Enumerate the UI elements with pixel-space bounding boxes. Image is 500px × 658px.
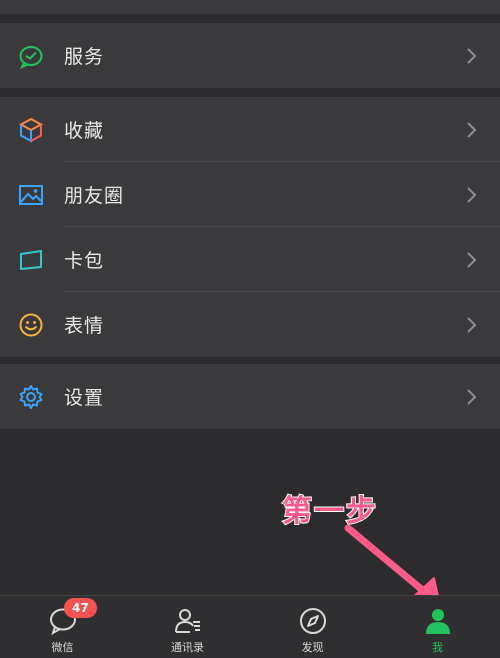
tab-contacts[interactable]: 通讯录: [125, 596, 250, 658]
menu-label: 卡包: [64, 250, 105, 272]
menu-label: 设置: [64, 387, 105, 409]
sticker-smile-icon: [18, 312, 44, 338]
chevron-right-icon: [467, 388, 477, 405]
chevron-right-icon: [467, 121, 477, 138]
menu-label: 服务: [64, 46, 105, 68]
contacts-icon: [173, 606, 203, 636]
tab-label: 发现: [301, 641, 324, 654]
chevron-right-icon: [467, 47, 477, 64]
menu-item-settings[interactable]: 设置: [0, 364, 500, 429]
tab-chats[interactable]: 微信 47: [0, 596, 125, 658]
menu-item-service[interactable]: 服务: [0, 23, 500, 88]
group-personal: 收藏 朋友圈 卡包 表情: [0, 97, 500, 357]
menu-label: 表情: [64, 315, 105, 337]
chevron-right-icon: [467, 316, 477, 333]
moments-image-icon: [18, 182, 44, 208]
menu-item-card-wallet[interactable]: 卡包: [0, 227, 500, 292]
compass-icon: [298, 606, 328, 636]
tab-label: 微信: [51, 641, 74, 654]
card-wallet-icon: [18, 247, 44, 273]
menu-label: 收藏: [64, 120, 105, 142]
unread-badge: 47: [64, 598, 97, 618]
person-icon: [423, 606, 453, 636]
menu-item-favorites[interactable]: 收藏: [0, 97, 500, 162]
tab-label: 我: [432, 641, 443, 654]
menu-item-moments[interactable]: 朋友圈: [0, 162, 500, 227]
tab-label: 通讯录: [171, 641, 204, 654]
group-settings: 设置: [0, 364, 500, 429]
chevron-right-icon: [467, 251, 477, 268]
bottom-tab-bar: 微信 47 通讯录 发现 我: [0, 595, 500, 658]
tab-discover[interactable]: 发现: [250, 596, 375, 658]
tab-me[interactable]: 我: [375, 596, 500, 658]
menu-label: 朋友圈: [64, 185, 125, 207]
menu-item-stickers[interactable]: 表情: [0, 292, 500, 357]
chevron-right-icon: [467, 186, 477, 203]
group-service: 服务: [0, 23, 500, 88]
settings-gear-icon: [18, 384, 44, 410]
service-icon: [18, 43, 44, 69]
favorites-cube-icon: [18, 117, 44, 143]
top-strip: [0, 0, 500, 14]
